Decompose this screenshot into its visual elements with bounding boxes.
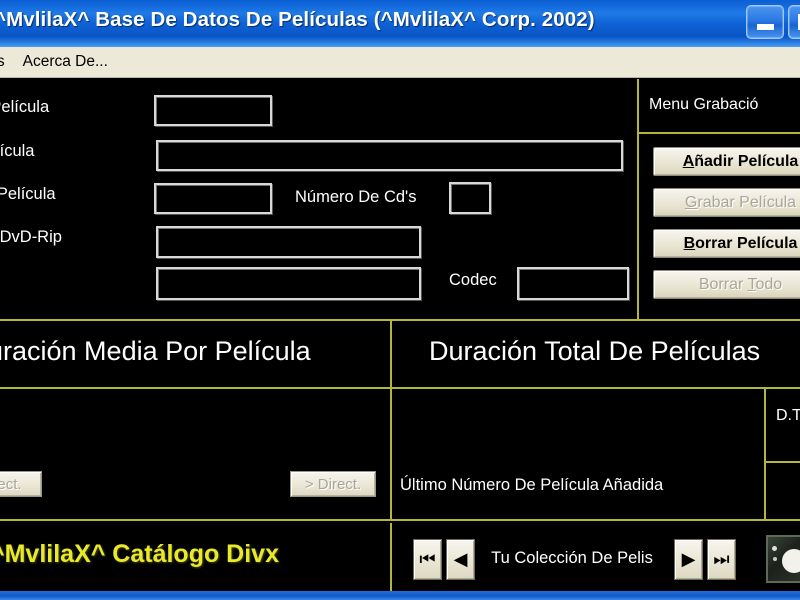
nav-last-button[interactable]: ⏭	[707, 539, 736, 580]
label-numero-pelicula: ero Película	[0, 98, 50, 116]
window-controls	[746, 5, 800, 39]
thumbnail-speck-1	[772, 546, 777, 551]
input-numero-de-cds[interactable]	[449, 182, 491, 214]
movie-form-area: ero Película o Película ción Película Nú…	[0, 79, 800, 319]
bottom-bar: ^MvlilaX^ Catálogo Divx ⏮ ◀ Tu Colección…	[0, 523, 800, 593]
input-duracion-pelicula[interactable]	[154, 183, 272, 214]
borrar-accel: B	[683, 234, 696, 252]
recording-menu-title: Menu Grabació	[649, 96, 759, 113]
nav-prev-button[interactable]: ◀	[446, 539, 475, 580]
grabar-label: rabar Película	[697, 193, 797, 211]
recording-menu-panel: Menu Grabació Añadir Película Grabar Pel…	[639, 79, 800, 319]
menu-item-opciones[interactable]: ones	[0, 50, 14, 74]
direct-button-right[interactable]: > Direct.	[290, 471, 376, 497]
stats-top-border	[0, 319, 800, 321]
thumbnail-highlight	[782, 549, 800, 573]
anadir-accel: A	[682, 152, 695, 170]
maximize-button[interactable]	[788, 5, 800, 39]
label-contener-dvd-rip: ener DvD-Rip	[0, 228, 62, 246]
borrar-label: orrar Película	[695, 234, 798, 252]
dt-column-label: D.T	[776, 407, 800, 424]
nav-first-button[interactable]: ⏮	[413, 539, 442, 580]
menu-bar: ones Acerca De...	[0, 47, 800, 78]
input-titulo-pelicula[interactable]	[156, 140, 623, 171]
nav-caption-label: Tu Colección De Pelis	[491, 549, 653, 567]
anadir-label: ñadir Película	[694, 152, 799, 170]
borrar-todo-label: odo	[755, 275, 783, 293]
movie-thumbnail-image	[766, 535, 800, 583]
borrar-pelicula-button[interactable]: Borrar Película	[653, 229, 800, 258]
grabar-accel: G	[684, 193, 698, 211]
window-title: ^MvlilaX^ Base De Datos De Películas (^M…	[0, 8, 595, 31]
anadir-pelicula-button[interactable]: Añadir Película	[653, 147, 800, 176]
app-brand-label: ^MvlilaX^ Catálogo Divx	[0, 540, 279, 568]
form-fields-group: ero Película o Película ción Película Nú…	[0, 79, 637, 319]
bottom-divider	[390, 523, 392, 593]
stats-bottom-border	[0, 519, 800, 521]
avg-duration-title: uración Media Por Película	[0, 336, 311, 366]
menu-item-acerca-de[interactable]: Acerca De...	[14, 50, 117, 74]
dt-cell-divider	[764, 461, 800, 463]
minimize-button[interactable]	[746, 5, 784, 39]
statistics-section: uración Media Por Película rect. > Direc…	[0, 319, 800, 521]
label-duracion-pelicula: ción Película	[0, 185, 56, 203]
borrar-todo-button[interactable]: Borrar Todo	[653, 270, 800, 299]
stats-header-divider	[0, 387, 800, 389]
input-contener-dvd-rip[interactable]	[156, 226, 421, 258]
grabar-pelicula-button[interactable]: Grabar Película	[653, 188, 800, 217]
title-bar: ^MvlilaX^ Base De Datos De Películas (^M…	[0, 0, 800, 47]
nav-next-button[interactable]: ▶	[674, 539, 703, 580]
status-bar	[0, 591, 800, 600]
thumbnail-speck-2	[773, 557, 777, 561]
stats-center-divider	[390, 319, 392, 521]
direct-button-left[interactable]: rect.	[0, 471, 42, 497]
last-added-label: Último Número De Película Añadida	[400, 476, 664, 494]
label-titulo-pelicula: o Película	[0, 142, 35, 160]
label-codec: Codec	[449, 271, 497, 289]
application-window: ^MvlilaX^ Base De Datos De Películas (^M…	[0, 0, 800, 600]
input-codec[interactable]	[517, 267, 629, 300]
borrar-todo-prefix: Borrar	[698, 275, 748, 293]
total-duration-title: Duración Total De Películas	[429, 336, 761, 366]
input-director[interactable]	[156, 267, 421, 300]
recording-menu-separator	[639, 132, 800, 134]
minimize-icon	[757, 24, 774, 30]
input-numero-pelicula[interactable]	[154, 95, 272, 126]
record-navigator: ⏮ ◀ Tu Colección De Pelis ▶ ⏭	[403, 523, 800, 593]
label-numero-de-cds: Número De Cd's	[295, 188, 417, 206]
stats-right-divider	[764, 387, 766, 521]
